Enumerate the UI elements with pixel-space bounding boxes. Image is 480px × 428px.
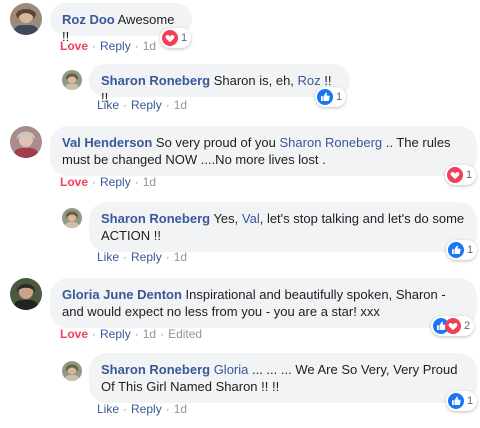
heart-icon (162, 30, 178, 46)
comment-actions: Love · Reply · 1d (60, 39, 156, 53)
separator: · (134, 39, 139, 53)
timestamp[interactable]: 1d (143, 327, 156, 341)
timestamp[interactable]: 1d (143, 39, 156, 53)
reaction-count: 1 (336, 91, 343, 103)
comment-text: Yes, (210, 211, 242, 226)
commenter-name[interactable]: Sharon Roneberg (101, 362, 210, 377)
love-button[interactable]: Love (60, 175, 88, 189)
separator: · (165, 250, 170, 264)
timestamp[interactable]: 1d (174, 98, 187, 112)
like-button[interactable]: Like (97, 402, 119, 416)
reply-bubble: Sharon Roneberg Sharon is, eh, Roz !! !! (89, 64, 350, 105)
commenter-name[interactable]: Sharon Roneberg (101, 73, 210, 88)
edited-label[interactable]: Edited (168, 327, 202, 341)
separator: · (134, 327, 139, 341)
reply-bubble: Sharon Roneberg Gloria ... ... ... We Ar… (89, 353, 477, 403)
like-icon (448, 242, 464, 258)
timestamp[interactable]: 1d (174, 250, 187, 264)
mention-link[interactable]: Val (242, 211, 260, 226)
reply-button[interactable]: Reply (131, 98, 162, 112)
reaction-count: 1 (466, 169, 473, 181)
comment-actions: Like · Reply · 1d (97, 98, 187, 112)
avatar[interactable] (62, 208, 82, 228)
love-button[interactable]: Love (60, 327, 88, 341)
reaction-badge[interactable]: 1 (446, 240, 478, 260)
separator: · (134, 175, 139, 189)
reply-button[interactable]: Reply (100, 39, 131, 53)
reaction-count: 2 (464, 320, 471, 332)
comment-actions: Love · Reply · 1d (60, 175, 156, 189)
reply-bubble: Sharon Roneberg Yes, Val, let's stop tal… (89, 202, 477, 252)
separator: · (165, 402, 170, 416)
comment-text: So very proud of you (152, 135, 280, 150)
timestamp[interactable]: 1d (174, 402, 187, 416)
reply-button[interactable]: Reply (131, 250, 162, 264)
like-icon (448, 393, 464, 409)
reaction-badge[interactable]: 1 (445, 165, 477, 185)
comment-bubble: Val Henderson So very proud of you Sharo… (50, 126, 477, 176)
mention-link[interactable]: Roz (298, 73, 321, 88)
separator: · (92, 39, 97, 53)
heart-icon (447, 167, 463, 183)
reply-button[interactable]: Reply (100, 327, 131, 341)
heart-icon (445, 318, 461, 334)
avatar[interactable] (10, 126, 42, 158)
avatar[interactable] (10, 278, 42, 310)
comment-actions: Love · Reply · 1d · Edited (60, 327, 202, 341)
like-button[interactable]: Like (97, 250, 119, 264)
love-button[interactable]: Love (60, 39, 88, 53)
separator: · (92, 327, 97, 341)
avatar[interactable] (62, 361, 82, 381)
reaction-count: 1 (467, 244, 474, 256)
comment-actions: Like · Reply · 1d (97, 250, 187, 264)
reaction-badge[interactable]: 1 (446, 391, 478, 411)
avatar[interactable] (62, 70, 82, 90)
mention-link[interactable]: Gloria (210, 362, 249, 377)
reaction-count: 1 (467, 395, 474, 407)
comment-bubble: Gloria June Denton Inspirational and bea… (50, 278, 477, 328)
reply-button[interactable]: Reply (131, 402, 162, 416)
reaction-badge[interactable]: 1 (160, 28, 192, 48)
separator: · (160, 327, 165, 341)
separator: · (123, 250, 128, 264)
reaction-badge[interactable]: 1 (315, 87, 347, 107)
comment-actions: Like · Reply · 1d (97, 402, 187, 416)
separator: · (123, 98, 128, 112)
commenter-name[interactable]: Gloria June Denton (62, 287, 182, 302)
separator: · (123, 402, 128, 416)
commenter-name[interactable]: Sharon Roneberg (101, 211, 210, 226)
reply-button[interactable]: Reply (100, 175, 131, 189)
commenter-name[interactable]: Roz Doo (62, 12, 115, 27)
reaction-badge[interactable]: 2 (431, 316, 475, 336)
commenter-name[interactable]: Val Henderson (62, 135, 152, 150)
mention-link[interactable]: Sharon Roneberg (280, 135, 383, 150)
comment-text: Sharon is, eh, (210, 73, 298, 88)
avatar[interactable] (10, 3, 42, 35)
reaction-count: 1 (181, 32, 188, 44)
separator: · (92, 175, 97, 189)
separator: · (165, 98, 170, 112)
like-button[interactable]: Like (97, 98, 119, 112)
like-icon (317, 89, 333, 105)
timestamp[interactable]: 1d (143, 175, 156, 189)
